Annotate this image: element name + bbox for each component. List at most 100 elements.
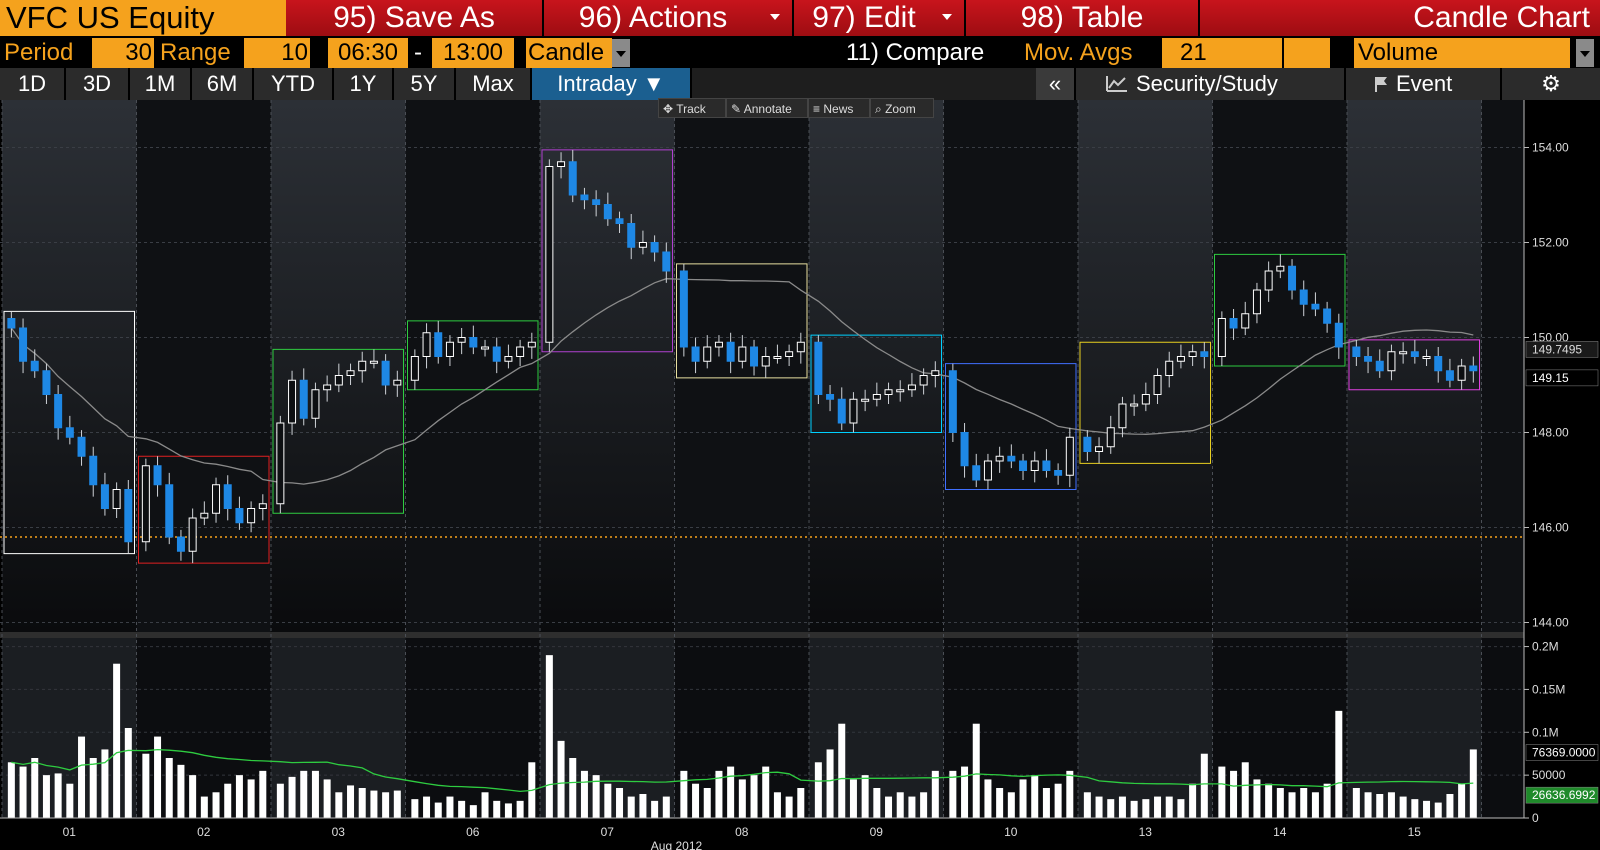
table-button[interactable]: 98) Table [966,0,1200,36]
volume-bar [1095,796,1103,818]
tab-intraday[interactable]: Intraday ▼ [532,68,692,100]
candle-down [662,251,671,272]
volume-bar [358,788,366,818]
candle-up [1264,270,1273,291]
volume-bar [1352,788,1360,818]
x-axis-day-label: 02 [197,825,211,839]
candle-down [1334,322,1343,348]
volume-bar [1189,783,1197,818]
candle-up [1252,289,1261,315]
volume-bar [1300,788,1308,818]
volume-bar [773,792,781,818]
candle-down [153,465,162,486]
x-axis-day-label: 03 [332,825,346,839]
x-axis-month-label: Aug 2012 [651,839,703,850]
edit-menu-button[interactable]: 97) Edit [794,0,966,36]
tab-max[interactable]: Max [456,68,532,100]
track-tool-button[interactable]: ✥ Track [658,98,726,118]
tab-1m[interactable]: 1M [130,68,192,100]
tab-ytd[interactable]: YTD [254,68,334,100]
tab-5y[interactable]: 5Y [394,68,456,100]
candle-up [1106,427,1115,448]
start-time-field[interactable]: 06:30 [328,38,408,68]
candle-up [276,422,285,505]
candle-down [1083,436,1092,452]
chart-style-dropdown-icon[interactable] [612,39,630,67]
candle-up [1153,375,1162,395]
security-ticker[interactable]: VFC US Equity [0,0,286,36]
flag-icon [1375,77,1387,92]
volume-bar [19,766,27,818]
candle-up [346,370,355,376]
actions-menu-button[interactable]: 96) Actions [544,0,794,36]
volume-tick-label: 0.2M [1532,640,1559,654]
crosshair-icon: ✥ [663,102,674,116]
zoom-tool-button[interactable]: ⌕ Zoom [870,98,934,118]
lower-study-dropdown-icon[interactable] [1576,39,1594,67]
volume-bar [1054,783,1062,818]
tab-3d[interactable]: 3D [66,68,130,100]
volume-bar [896,792,904,818]
volume-bar [557,740,565,818]
mov-avgs-field[interactable]: 21 [1162,38,1282,68]
tab-1y[interactable]: 1Y [334,68,394,100]
candle-up [557,161,566,167]
day-band [2,100,137,632]
actions-dropdown-icon [770,14,780,20]
candle-down [1364,356,1373,362]
candle-down [65,427,74,438]
volume-bar [1130,800,1138,818]
volume-bar [1411,799,1419,818]
x-axis-day-label: 07 [601,825,615,839]
range-field[interactable]: 10 [244,38,310,68]
candle-up [445,341,454,357]
candle-up [1241,313,1250,329]
security-study-button[interactable]: Security/Study [1076,68,1346,100]
track-label: Track [676,102,706,116]
volume-bar [113,663,121,818]
end-time-field[interactable]: 13:00 [432,38,514,68]
candle-up [1065,436,1074,476]
volume-bar [259,770,267,818]
mov-avgs-label: Mov. Avgs [1024,39,1133,66]
lower-study-select[interactable]: Volume [1354,38,1570,68]
news-tool-button[interactable]: ≡ News [808,98,870,118]
volume-bar [545,655,553,818]
ma-value-marker: 149.7495 [1532,342,1582,356]
candle-down [1042,460,1051,471]
volume-bar [124,728,132,818]
tab-6m[interactable]: 6M [192,68,254,100]
save-as-button[interactable]: 95) Save As [286,0,544,36]
period-field[interactable]: 30 [92,38,154,68]
volume-tick-label: 0.1M [1532,725,1559,739]
collapse-panel-button[interactable]: « [1036,68,1076,100]
volume-bar [762,766,770,818]
volume-bar [335,792,343,818]
event-button[interactable]: Event [1346,68,1502,100]
compare-button[interactable]: 11) Compare [846,38,984,68]
volume-bar [177,764,185,818]
candle-down [1410,351,1419,357]
save-as-label: 95) Save As [333,1,495,34]
candle-down [434,332,443,357]
settings-button[interactable]: ⚙ [1502,68,1600,100]
candle-down [54,394,63,429]
volume-bar [1434,802,1442,818]
candle-down [814,341,823,395]
volume-bar [446,796,454,818]
mov-avgs-field-2[interactable] [1284,38,1330,68]
x-axis-day-label: 15 [1408,825,1422,839]
volume-bar [1241,762,1249,818]
candle-up [369,360,378,364]
day-band [943,100,1078,632]
volume-bar [347,785,355,818]
chart-area[interactable]: 154.00152.00150.00148.00146.00144.00 0.2… [0,100,1600,850]
volume-bar [1387,792,1395,818]
candle-up [703,346,712,362]
volume-bar [189,775,197,818]
day-band [540,100,675,632]
annotate-tool-button[interactable]: ✎ Annotate [726,98,808,118]
tab-1d[interactable]: 1D [0,68,66,100]
chart-style-select[interactable]: Candle [526,38,612,68]
volume-bar [200,796,208,818]
